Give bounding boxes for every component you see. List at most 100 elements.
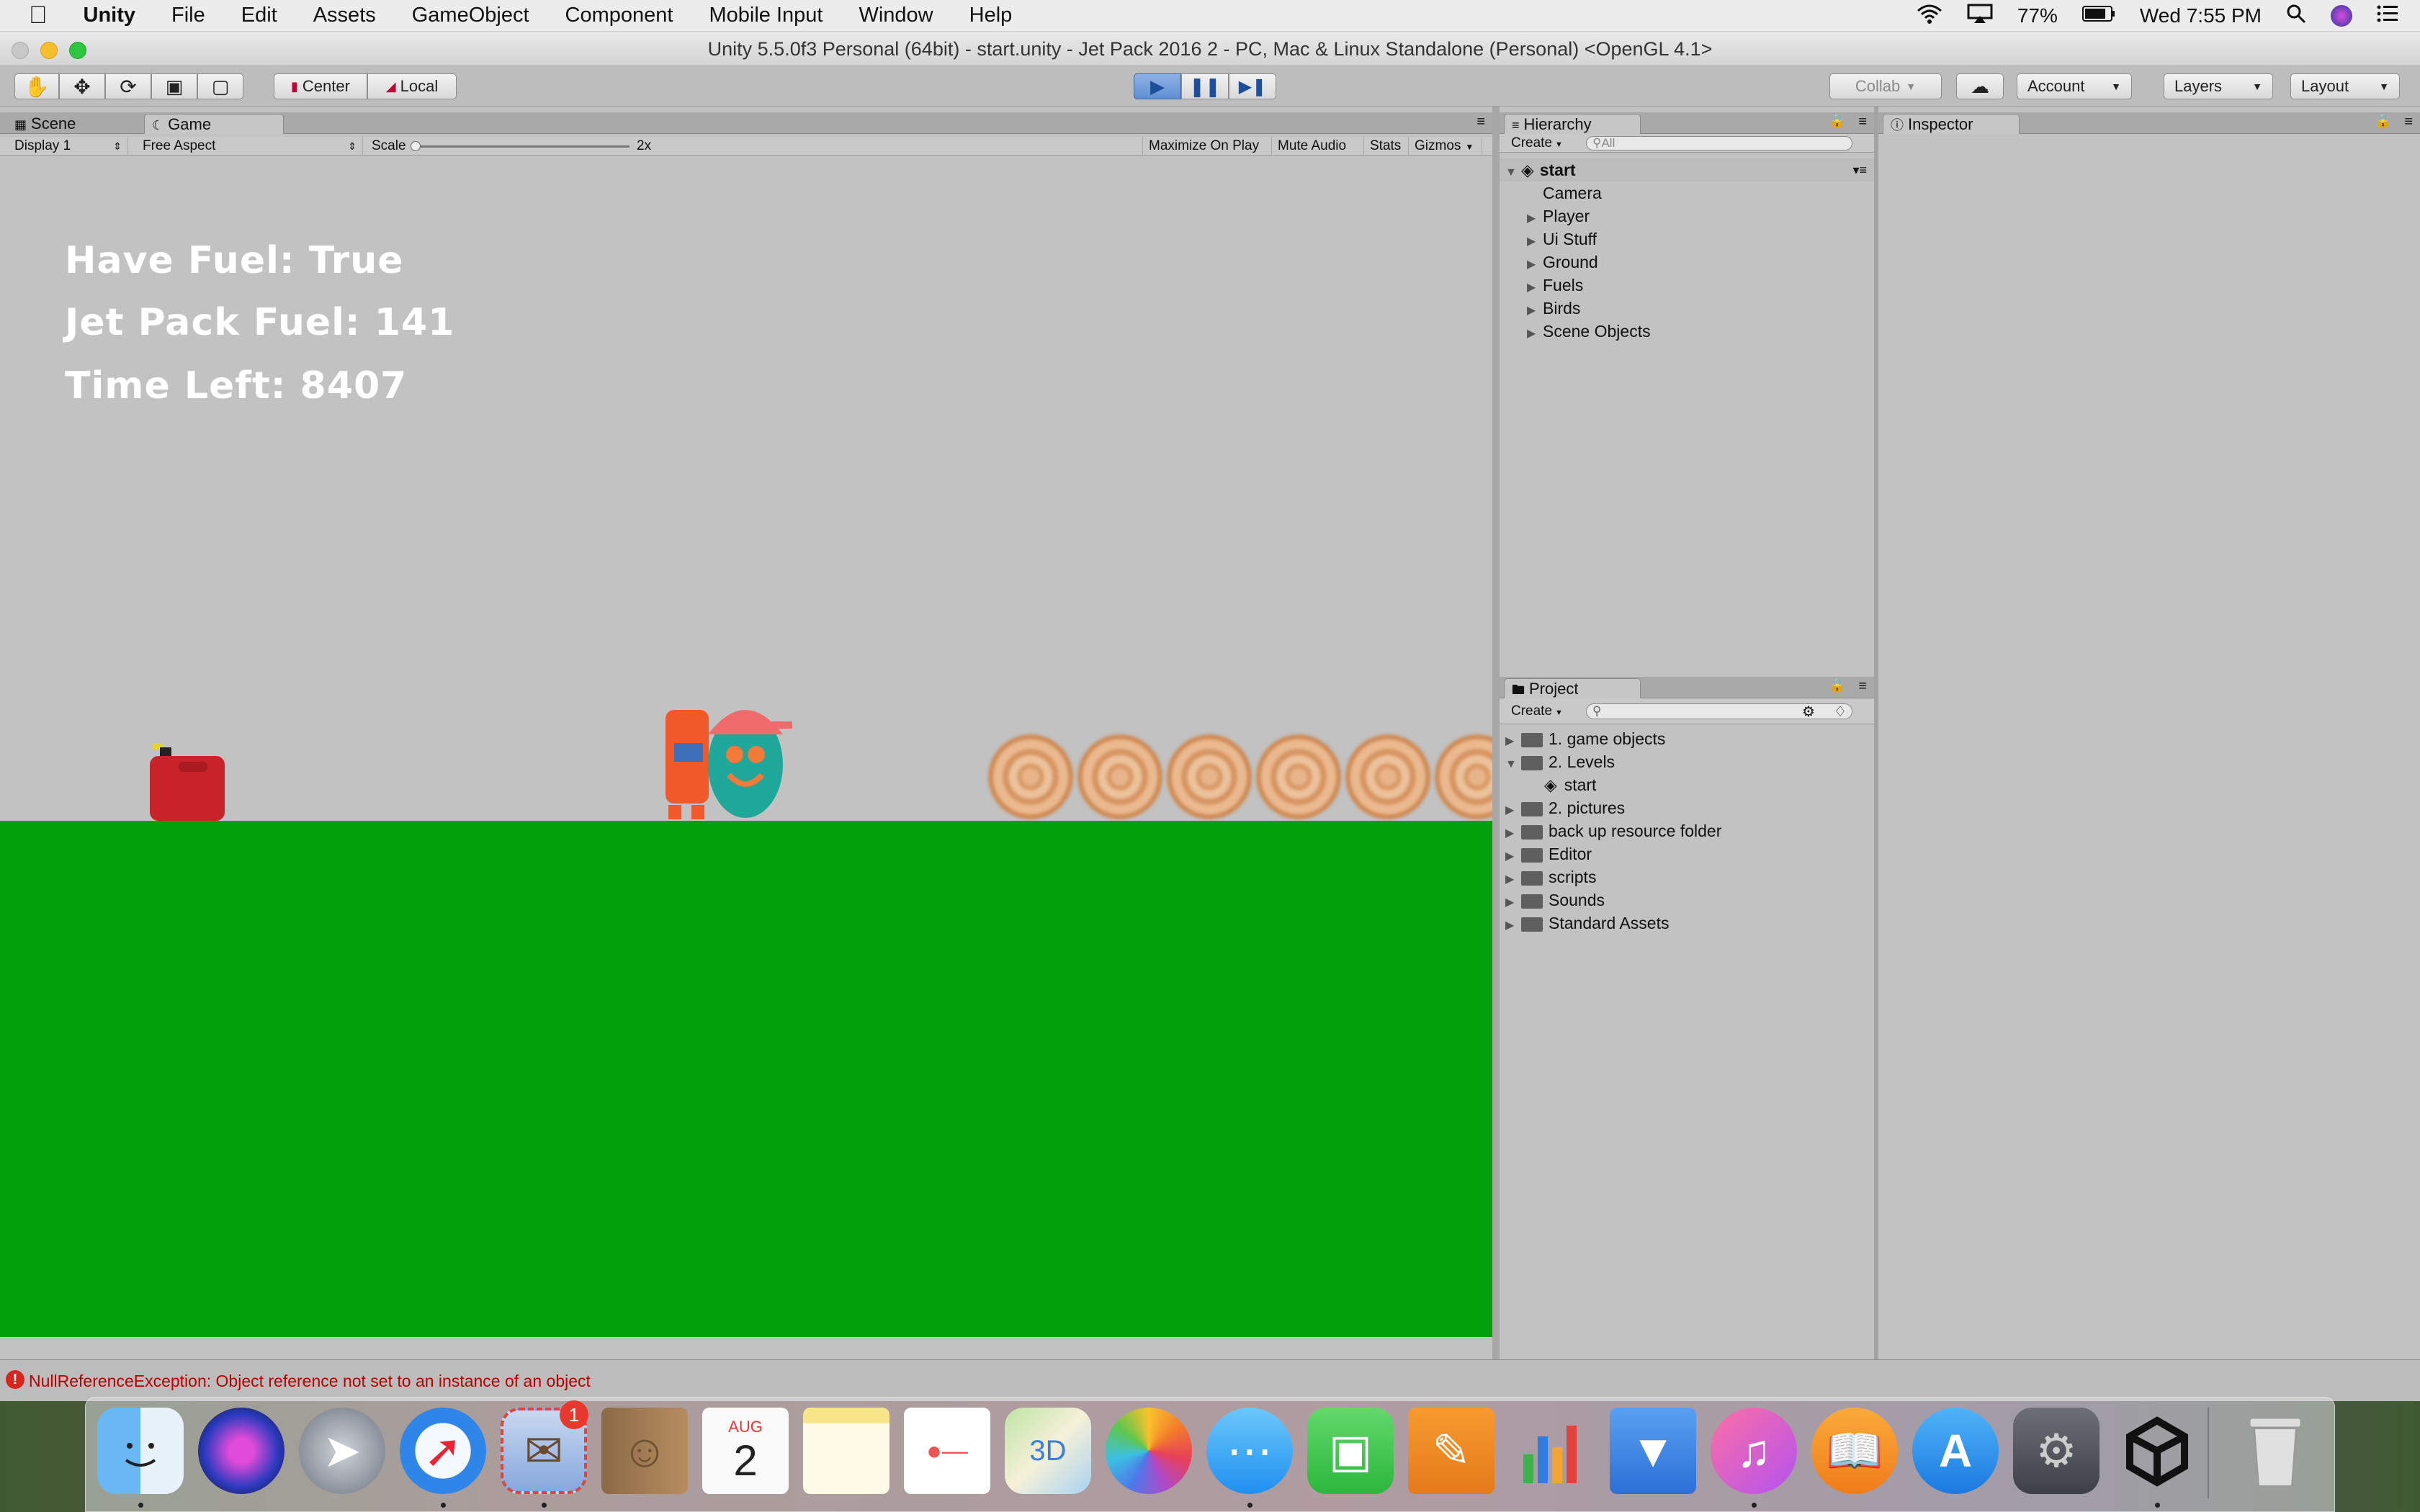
panel-menu-icon[interactable]: ≡ bbox=[2404, 114, 2413, 130]
hierarchy-item-birds[interactable]: ▶ Birds bbox=[1527, 297, 1580, 320]
ibooks-icon[interactable]: 📖 bbox=[1811, 1408, 1898, 1494]
scale-slider-track[interactable] bbox=[413, 145, 629, 148]
airplay-icon[interactable] bbox=[1967, 4, 1993, 29]
tab-inspector[interactable]: ⓘ Inspector bbox=[1883, 114, 2020, 134]
move-tool-button[interactable]: ✥ bbox=[59, 73, 105, 99]
console-status-bar[interactable]: ! NullReferenceException: Object referen… bbox=[0, 1359, 2420, 1401]
lock-icon[interactable]: 🔒 bbox=[1829, 678, 1845, 693]
apple-menu-icon[interactable]:  bbox=[29, 1, 48, 30]
project-folder-levels[interactable]: ▼ 2. Levels bbox=[1505, 750, 1615, 773]
hierarchy-search-input[interactable]: ⚲All bbox=[1586, 136, 1852, 150]
contacts-icon[interactable]: ☺ bbox=[601, 1408, 688, 1494]
game-view[interactable]: Have Fuel: True Jet Pack Fuel: 141 Time … bbox=[0, 160, 1492, 1337]
scale-slider[interactable]: Scale 2x bbox=[363, 137, 1145, 156]
itunes-icon[interactable]: ♫ bbox=[1711, 1408, 1797, 1494]
launchpad-icon[interactable]: ➤ bbox=[299, 1408, 385, 1494]
menu-component[interactable]: Component bbox=[565, 4, 673, 27]
app-store-icon[interactable]: A bbox=[1912, 1408, 1999, 1494]
pages-icon[interactable]: ✎ bbox=[1408, 1408, 1494, 1494]
step-button[interactable]: ▶❚ bbox=[1229, 73, 1276, 99]
cloud-button[interactable]: ☁ bbox=[1956, 73, 2004, 99]
menu-mobile-input[interactable]: Mobile Input bbox=[709, 4, 823, 27]
aspect-select[interactable]: Free Aspect ⇕ bbox=[128, 137, 363, 156]
pivot-center-toggle[interactable]: ▮ Center bbox=[274, 73, 367, 99]
menu-file[interactable]: File bbox=[171, 4, 205, 27]
mute-audio-toggle[interactable]: Mute Audio bbox=[1272, 137, 1364, 156]
siri-menubar-icon[interactable] bbox=[2331, 5, 2352, 27]
minimize-window-button[interactable] bbox=[40, 42, 58, 59]
siri-icon[interactable] bbox=[198, 1408, 284, 1494]
gizmos-dropdown[interactable]: Gizmos ▼ bbox=[1409, 137, 1482, 156]
battery-icon[interactable] bbox=[2081, 4, 2115, 27]
hierarchy-item-ui-stuff[interactable]: ▶ Ui Stuff bbox=[1527, 228, 1597, 251]
project-folder-standard-assets[interactable]: ▶ Standard Assets bbox=[1505, 912, 1670, 935]
numbers-icon[interactable] bbox=[1509, 1408, 1595, 1494]
stats-toggle[interactable]: Stats bbox=[1364, 137, 1409, 156]
clock[interactable]: Wed 7:55 PM bbox=[2140, 4, 2262, 27]
project-scene-start[interactable]: ◈ start bbox=[1544, 773, 1596, 796]
hierarchy-item-fuels[interactable]: ▶ Fuels bbox=[1527, 274, 1583, 297]
project-folder-backup[interactable]: ▶ back up resource folder bbox=[1505, 819, 1721, 842]
menu-assets[interactable]: Assets bbox=[313, 4, 376, 27]
hierarchy-item-scene-objects[interactable]: ▶ Scene Objects bbox=[1527, 320, 1651, 343]
lock-icon[interactable]: 🔒 bbox=[1829, 114, 1845, 129]
messages-icon[interactable]: ⋯ bbox=[1206, 1408, 1293, 1494]
hierarchy-item-ground[interactable]: ▶ Ground bbox=[1527, 251, 1598, 274]
space-local-toggle[interactable]: ◢ Local bbox=[367, 73, 457, 99]
play-button[interactable]: ▶ bbox=[1134, 73, 1181, 99]
expanded-triangle-icon[interactable]: ▼ bbox=[1505, 753, 1521, 776]
rect-tool-button[interactable]: ▢ bbox=[197, 73, 243, 99]
keynote-icon[interactable]: ▼ bbox=[1610, 1408, 1696, 1494]
pause-button[interactable]: ❚❚ bbox=[1181, 73, 1229, 99]
maximize-on-play-toggle[interactable]: Maximize On Play bbox=[1142, 137, 1272, 156]
spotlight-search-icon[interactable] bbox=[2286, 4, 2306, 29]
account-dropdown[interactable]: Account ▼ bbox=[2017, 73, 2132, 99]
scale-slider-thumb[interactable] bbox=[411, 141, 421, 151]
collapsed-triangle-icon[interactable]: ▶ bbox=[1505, 914, 1521, 937]
reminders-icon[interactable]: ●― bbox=[904, 1408, 990, 1494]
zoom-window-button[interactable] bbox=[69, 42, 86, 59]
rotate-tool-button[interactable]: ⟳ bbox=[105, 73, 151, 99]
display-select[interactable]: Display 1 ⇕ bbox=[0, 137, 128, 156]
system-preferences-icon[interactable]: ⚙ bbox=[2013, 1408, 2099, 1494]
photos-icon[interactable] bbox=[1106, 1408, 1192, 1494]
notes-icon[interactable] bbox=[803, 1408, 889, 1494]
tab-hierarchy[interactable]: ≡ Hierarchy bbox=[1504, 114, 1641, 134]
project-folder-sounds[interactable]: ▶ Sounds bbox=[1505, 888, 1605, 912]
layers-dropdown[interactable]: Layers ▼ bbox=[2164, 73, 2273, 99]
panel-menu-icon[interactable]: ≡ bbox=[1858, 678, 1867, 695]
collapsed-triangle-icon[interactable]: ▶ bbox=[1527, 323, 1543, 346]
wifi-icon[interactable] bbox=[1917, 4, 1942, 29]
lock-icon[interactable]: 🔒 bbox=[2375, 114, 2391, 129]
layout-dropdown[interactable]: Layout ▼ bbox=[2290, 73, 2400, 99]
filter-by-label-icon[interactable]: ♢ bbox=[1834, 703, 1847, 721]
expanded-triangle-icon[interactable]: ▼ bbox=[1505, 161, 1521, 184]
close-window-button[interactable] bbox=[12, 42, 29, 59]
menu-gameobject[interactable]: GameObject bbox=[412, 4, 529, 27]
tab-game[interactable]: ☾ Game bbox=[144, 114, 284, 134]
scene-root-start[interactable]: ▼ ◈ start ▾≡ bbox=[1500, 158, 1874, 181]
calendar-icon[interactable]: AUG 2 bbox=[702, 1408, 789, 1494]
unity-icon[interactable] bbox=[2114, 1408, 2200, 1494]
project-folder-game-objects[interactable]: ▶ 1. game objects bbox=[1505, 727, 1665, 750]
hierarchy-create-button[interactable]: Create ▼ bbox=[1505, 134, 1566, 153]
panel-menu-icon[interactable]: ≡ bbox=[1476, 114, 1485, 130]
project-folder-scripts[interactable]: ▶ scripts bbox=[1505, 865, 1596, 888]
scene-options-icon[interactable]: ▾≡ bbox=[1852, 158, 1867, 181]
tab-project[interactable]: 🖿 Project bbox=[1504, 678, 1641, 698]
notification-center-icon[interactable] bbox=[2377, 4, 2398, 28]
filter-by-type-icon[interactable]: ⚙ bbox=[1802, 703, 1815, 721]
menu-help[interactable]: Help bbox=[969, 4, 1013, 27]
panel-menu-icon[interactable]: ≡ bbox=[1858, 114, 1867, 130]
tab-scene[interactable]: ▦ Scene bbox=[7, 114, 137, 134]
scale-tool-button[interactable]: ▣ bbox=[151, 73, 197, 99]
panel-splitter[interactable] bbox=[1492, 107, 1500, 1359]
hierarchy-item-camera[interactable]: Camera bbox=[1543, 181, 1602, 204]
menu-window[interactable]: Window bbox=[859, 4, 933, 27]
maps-icon[interactable]: 3D bbox=[1005, 1408, 1091, 1494]
trash-icon[interactable] bbox=[2232, 1408, 2318, 1494]
menu-edit[interactable]: Edit bbox=[241, 4, 277, 27]
project-folder-pictures[interactable]: ▶ 2. pictures bbox=[1505, 796, 1625, 819]
project-create-button[interactable]: Create ▼ bbox=[1505, 702, 1566, 721]
menu-app-name[interactable]: Unity bbox=[84, 4, 136, 27]
